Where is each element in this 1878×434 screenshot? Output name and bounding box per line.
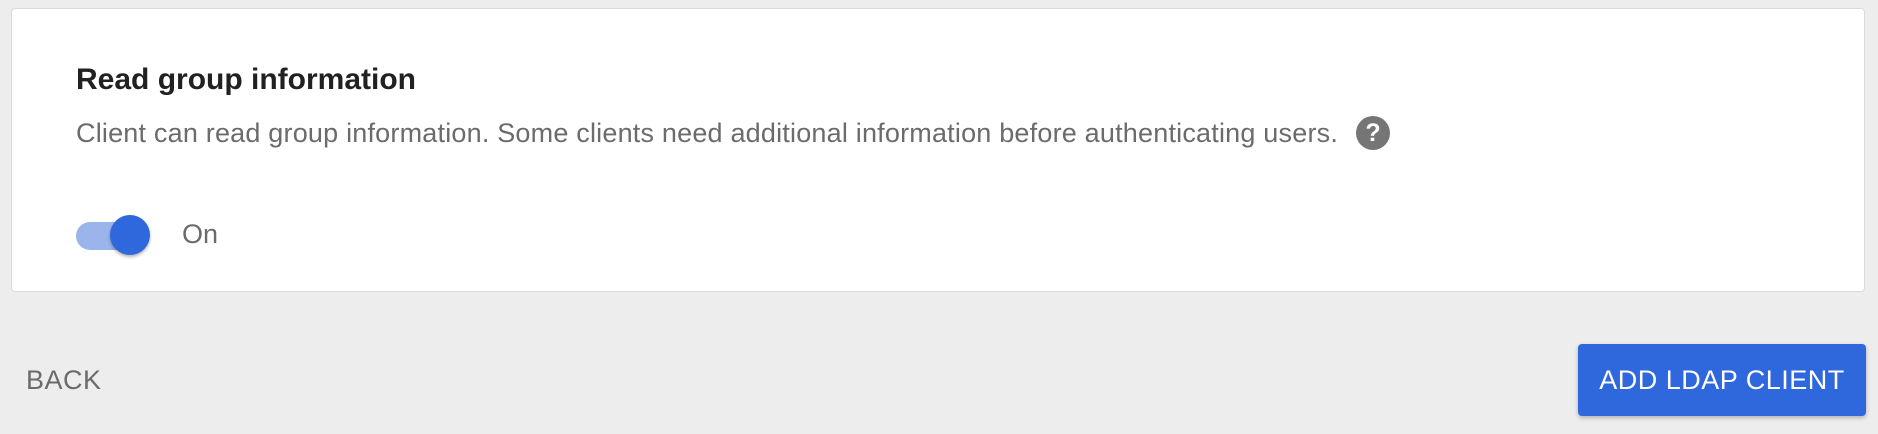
setting-title: Read group information	[76, 63, 416, 96]
setting-description: Client can read group information. Some …	[76, 117, 1339, 148]
toggle-row: On	[76, 209, 218, 259]
add-ldap-client-button[interactable]: ADD LDAP CLIENT	[1578, 344, 1866, 416]
back-button[interactable]: BACK	[16, 358, 112, 402]
toggle-state-label: On	[182, 218, 219, 249]
setting-card: Read group information Client can read g…	[11, 8, 1865, 292]
toggle-knob[interactable]	[110, 215, 150, 255]
help-circle-icon[interactable]: ?	[1356, 116, 1391, 150]
setting-description-row: Client can read group information. Some …	[76, 113, 1391, 153]
read-group-toggle[interactable]	[76, 211, 152, 257]
